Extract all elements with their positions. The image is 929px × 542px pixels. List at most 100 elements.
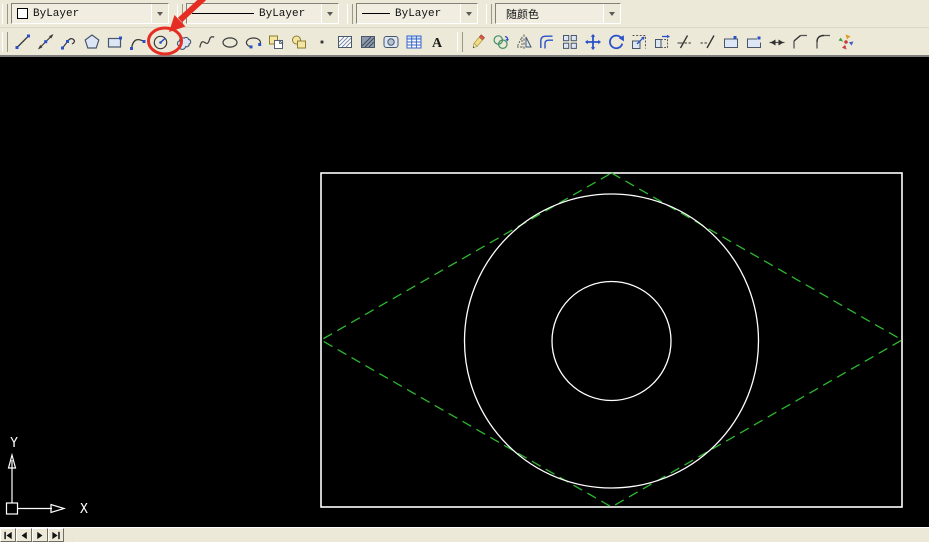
text-tool-button[interactable]: A xyxy=(425,29,448,55)
chamfer-tool-button[interactable] xyxy=(788,29,811,55)
chevron-down-icon[interactable] xyxy=(321,4,338,23)
rectangle-tool-button[interactable] xyxy=(103,29,126,55)
break-at-point-tool-button[interactable] xyxy=(719,29,742,55)
previous-tab-button[interactable] xyxy=(16,528,32,542)
drawn-circle-inner[interactable] xyxy=(552,282,671,401)
modify-toolbar xyxy=(466,29,857,55)
point-tool-button[interactable] xyxy=(310,29,333,55)
stretch-icon xyxy=(653,33,671,51)
table-tool-button[interactable] xyxy=(402,29,425,55)
explode-icon xyxy=(837,33,855,51)
extend-tool-button[interactable] xyxy=(696,29,719,55)
toolbar-grip[interactable] xyxy=(457,32,463,52)
toolbar-grip[interactable] xyxy=(2,4,8,24)
polyline-icon xyxy=(60,33,78,51)
drawn-diamond[interactable] xyxy=(321,173,902,507)
make-block-tool-button[interactable] xyxy=(287,29,310,55)
region-icon xyxy=(382,33,400,51)
explode-tool-button[interactable] xyxy=(834,29,857,55)
first-tab-button[interactable] xyxy=(0,528,16,542)
scale-icon xyxy=(630,33,648,51)
arc-icon xyxy=(129,33,147,51)
ucs-x-label: X xyxy=(80,502,88,517)
gradient-tool-button[interactable] xyxy=(356,29,379,55)
autocad-window: ByLayerByLayerByLayer随颜色 A YX 模型布局1布局2 xyxy=(0,0,929,542)
toolbar-grip[interactable] xyxy=(347,4,353,24)
spline-tool-button[interactable] xyxy=(195,29,218,55)
drawn-rectangle[interactable] xyxy=(321,173,902,507)
join-tool-button[interactable] xyxy=(765,29,788,55)
move-icon xyxy=(584,33,602,51)
copy-icon xyxy=(492,33,510,51)
break-icon xyxy=(745,33,763,51)
toolbar-grip[interactable] xyxy=(177,4,183,24)
plot-style-control[interactable]: 随颜色 xyxy=(495,3,621,24)
construction-line-icon xyxy=(37,33,55,51)
hatch-tool-button[interactable] xyxy=(333,29,356,55)
combo-value: 随颜色 xyxy=(506,6,539,22)
array-icon xyxy=(561,33,579,51)
previous-tab-icon xyxy=(19,531,30,540)
polyline-tool-button[interactable] xyxy=(57,29,80,55)
chevron-down-icon[interactable] xyxy=(603,4,620,23)
mirror-tool-button[interactable] xyxy=(512,29,535,55)
first-tab-icon xyxy=(3,531,14,540)
chevron-down-icon[interactable] xyxy=(151,4,168,23)
last-tab-button[interactable] xyxy=(48,528,64,542)
last-tab-icon xyxy=(51,531,62,540)
model-space-canvas[interactable]: YX xyxy=(0,57,929,527)
copy-tool-button[interactable] xyxy=(489,29,512,55)
insert-block-tool-button[interactable] xyxy=(264,29,287,55)
toolbar-grip[interactable] xyxy=(486,4,492,24)
toolbar-grip[interactable] xyxy=(2,32,8,52)
offset-tool-button[interactable] xyxy=(535,29,558,55)
move-tool-button[interactable] xyxy=(581,29,604,55)
table-icon xyxy=(405,33,423,51)
ellipse-arc-tool-button[interactable] xyxy=(241,29,264,55)
properties-toolbar: ByLayer ByLayer ByLayer 随颜色 xyxy=(0,0,929,28)
chevron-down-icon[interactable] xyxy=(460,4,477,23)
lineweight-control[interactable]: ByLayer xyxy=(356,3,478,24)
color-control[interactable]: ByLayer xyxy=(11,3,169,24)
polygon-tool-button[interactable] xyxy=(80,29,103,55)
fillet-tool-button[interactable] xyxy=(811,29,834,55)
hatch-icon xyxy=(336,33,354,51)
arc-tool-button[interactable] xyxy=(126,29,149,55)
region-tool-button[interactable] xyxy=(379,29,402,55)
line-tool-button[interactable] xyxy=(11,29,34,55)
trim-tool-button[interactable] xyxy=(673,29,696,55)
spline-icon xyxy=(198,33,216,51)
linetype-control[interactable]: ByLayer xyxy=(186,3,339,24)
rectangle-icon xyxy=(106,33,124,51)
join-icon xyxy=(768,33,786,51)
combo-value: ByLayer xyxy=(259,8,305,20)
draw-toolbar: A xyxy=(11,29,448,55)
erase-icon xyxy=(469,33,487,51)
rotate-tool-button[interactable] xyxy=(604,29,627,55)
color-swatch xyxy=(17,8,28,19)
combo-value: ByLayer xyxy=(33,8,79,20)
ellipse-icon xyxy=(221,33,239,51)
break-tool-button[interactable] xyxy=(742,29,765,55)
fillet-icon xyxy=(814,33,832,51)
combo-value: ByLayer xyxy=(395,8,441,20)
drawn-circle-outer[interactable] xyxy=(465,194,759,488)
svg-text:A: A xyxy=(431,36,442,51)
scale-tool-button[interactable] xyxy=(627,29,650,55)
offset-icon xyxy=(538,33,556,51)
extend-icon xyxy=(699,33,717,51)
ucs-y-label: Y xyxy=(10,436,18,451)
erase-tool-button[interactable] xyxy=(466,29,489,55)
stretch-tool-button[interactable] xyxy=(650,29,673,55)
revision-cloud-tool-button[interactable] xyxy=(172,29,195,55)
line-icon xyxy=(14,33,32,51)
construction-line-tool-button[interactable] xyxy=(34,29,57,55)
circle-tool-button[interactable] xyxy=(149,29,172,55)
array-tool-button[interactable] xyxy=(558,29,581,55)
break-at-point-icon xyxy=(722,33,740,51)
make-block-icon xyxy=(290,33,308,51)
ellipse-tool-button[interactable] xyxy=(218,29,241,55)
circle-icon xyxy=(152,33,170,51)
next-tab-button[interactable] xyxy=(32,528,48,542)
tab-label: 模型 xyxy=(70,529,90,542)
